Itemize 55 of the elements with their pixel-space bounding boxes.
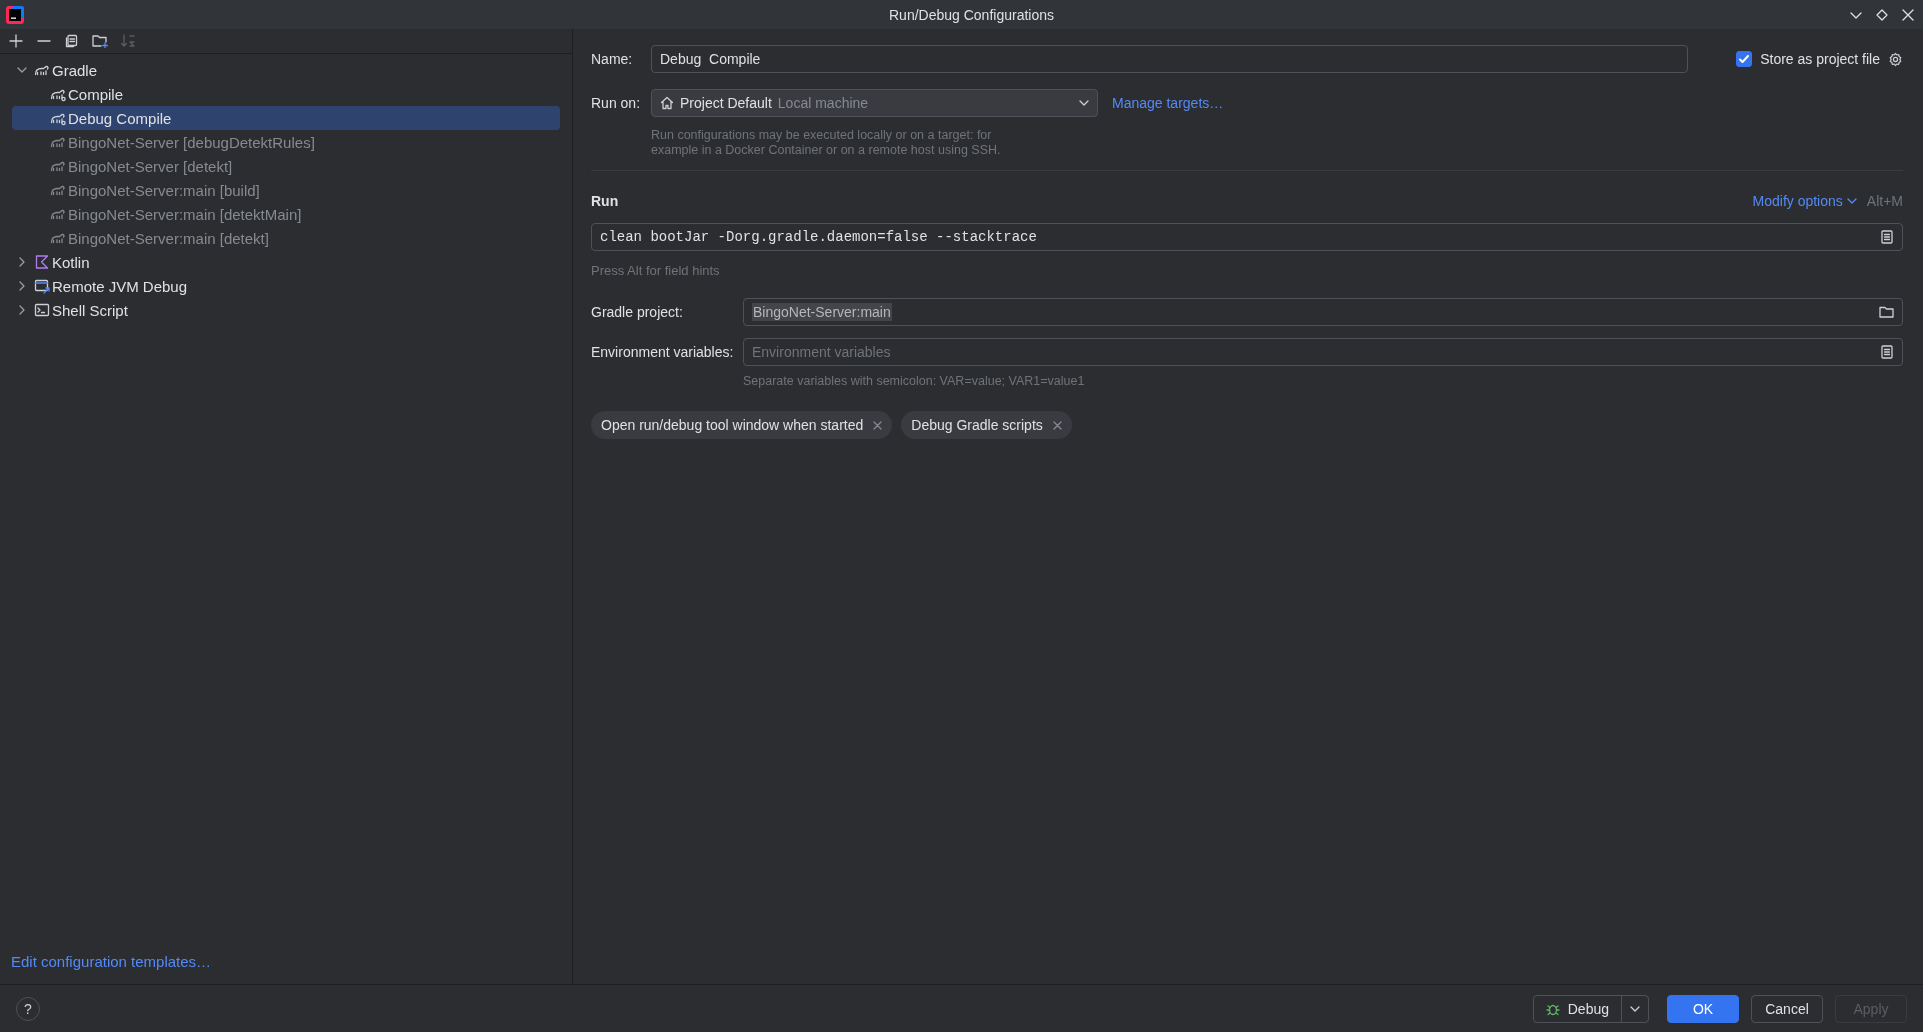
edit-templates-link[interactable]: Edit configuration templates… bbox=[11, 953, 212, 970]
gear-icon[interactable] bbox=[1888, 51, 1903, 67]
run-on-hint: Run configurations may be executed locally or on a target: for bbox=[651, 128, 993, 143]
name-field[interactable]: Debug Compile bbox=[651, 45, 1689, 73]
terminal-icon bbox=[34, 302, 50, 318]
close-icon bbox=[1902, 8, 1914, 21]
tree-item[interactable]: Gradle bbox=[12, 58, 560, 82]
dialog-button[interactable]: Cancel bbox=[1751, 994, 1823, 1023]
chevron-right-icon[interactable] bbox=[17, 257, 27, 267]
close-icon[interactable] bbox=[873, 420, 883, 430]
text-field[interactable]: BingoNet-Server:main bbox=[743, 298, 1903, 326]
tree-item[interactable]: Shell Script bbox=[12, 298, 560, 322]
chevron-down-icon[interactable] bbox=[17, 65, 27, 75]
store-label: Store as project file bbox=[1760, 51, 1880, 67]
tree-item[interactable]: BingoNet-Server [detekt] bbox=[12, 154, 560, 178]
list-icon[interactable] bbox=[1880, 345, 1894, 359]
chevron-down-icon bbox=[1846, 196, 1857, 206]
diamond-icon bbox=[1876, 8, 1888, 21]
kotlin-icon bbox=[34, 254, 50, 270]
run-on-value: Project Default bbox=[680, 95, 772, 111]
tree-item[interactable]: Remote JVM Debug bbox=[12, 274, 560, 298]
folder-icon[interactable] bbox=[1879, 305, 1894, 319]
tree-item[interactable]: BingoNet-Server:main [build] bbox=[12, 178, 560, 202]
home-icon bbox=[660, 96, 674, 110]
tree-item[interactable]: BingoNet-Server [debugDetektRules] bbox=[12, 130, 560, 154]
command-field[interactable]: clean bootJar -Dorg.gradle.daemon=false --stacktrace bbox=[591, 223, 1903, 251]
shortcut-hint: Alt+M bbox=[1866, 193, 1903, 209]
tree-item[interactable]: BingoNet-Server:main [detektMain] bbox=[12, 202, 560, 226]
run-on-dropdown[interactable]: Project Default Local machine bbox=[651, 89, 1098, 117]
checkmark-icon bbox=[1738, 53, 1751, 65]
window-title: Run/Debug Configurations bbox=[888, 6, 1055, 23]
store-checkbox[interactable] bbox=[1736, 51, 1753, 67]
run-on-hint: example in a Docker Container or on a remote host using SSH. bbox=[651, 143, 1002, 158]
field-note: Separate variables with semicolon: VAR=value; VAR1=value1 bbox=[742, 374, 1086, 389]
run-on-label: Run on: bbox=[591, 95, 637, 111]
dialog-button[interactable]: OK bbox=[1667, 994, 1739, 1023]
tree-item[interactable]: BingoNet-Server:main [detekt] bbox=[12, 226, 560, 250]
chevron-down-icon bbox=[1079, 98, 1089, 108]
list-icon[interactable] bbox=[1880, 230, 1894, 244]
manage-targets-link[interactable]: Manage targets… bbox=[1112, 95, 1224, 111]
tree-item[interactable]: Compile bbox=[12, 82, 560, 106]
option-tag[interactable]: Debug Gradle scripts bbox=[901, 411, 1072, 439]
run-on-detail: Local machine bbox=[777, 95, 869, 111]
close-icon[interactable] bbox=[1052, 420, 1062, 430]
tree-item[interactable]: Debug Compile bbox=[12, 106, 560, 130]
chevron-right-icon[interactable] bbox=[17, 281, 27, 291]
tree-item[interactable]: Kotlin bbox=[12, 250, 560, 274]
option-tag[interactable]: Open run/debug tool window when started bbox=[591, 411, 893, 439]
field-label: Gradle project: bbox=[591, 304, 684, 320]
modify-options-button[interactable]: Modify options bbox=[1752, 193, 1857, 209]
field-hints-text: Press Alt for field hints bbox=[591, 263, 721, 278]
run-section-title: Run bbox=[591, 193, 619, 209]
app-logo-icon bbox=[6, 5, 24, 24]
chevron-right-icon[interactable] bbox=[17, 305, 27, 315]
name-label: Name: bbox=[591, 51, 634, 67]
